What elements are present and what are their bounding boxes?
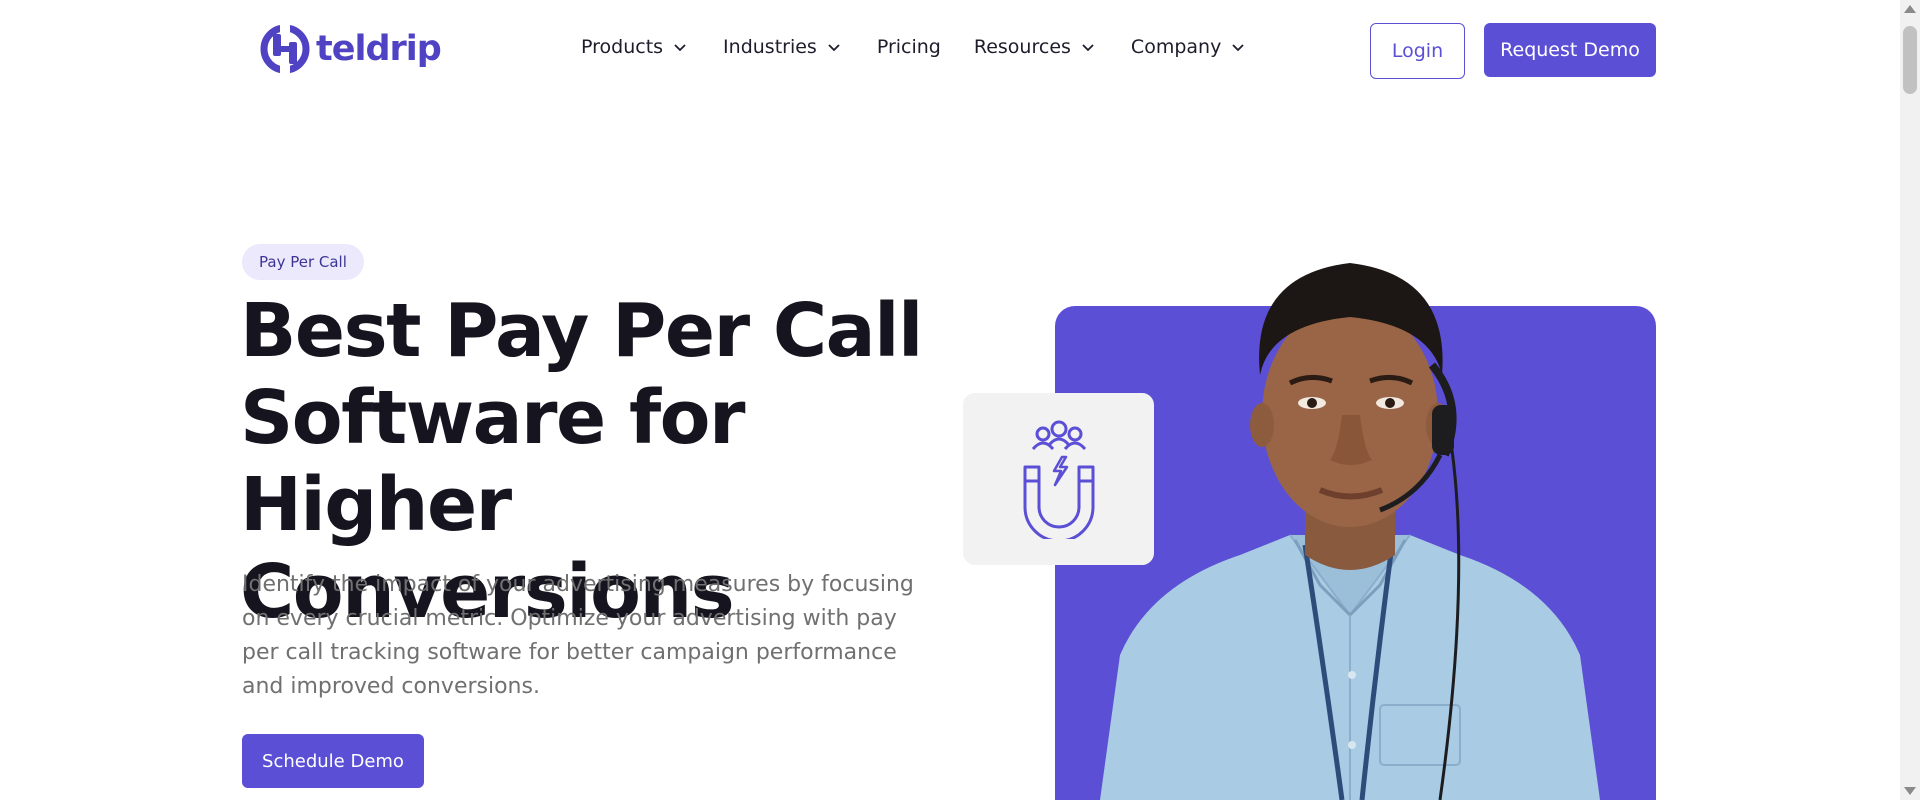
nav-item-label: Industries — [723, 36, 817, 58]
teldrip-logo-icon — [260, 24, 310, 74]
chevron-down-icon — [1082, 44, 1094, 52]
nav-item-label: Pricing — [876, 36, 941, 58]
nav-item-pricing[interactable]: Pricing — [877, 36, 941, 58]
nav-item-resources[interactable]: Resources — [974, 36, 1095, 58]
page-scrollbar[interactable] — [1900, 0, 1920, 800]
agent-photo — [1100, 263, 1600, 800]
brand-name: teldrip — [316, 29, 442, 69]
main-nav: Products Industries Pricing Resources Co… — [581, 36, 1245, 58]
request-demo-button[interactable]: Request Demo — [1484, 23, 1656, 77]
nav-item-products[interactable]: Products — [581, 36, 687, 58]
scrollbar-thumb[interactable] — [1903, 26, 1917, 94]
title-line: Best Pay Per Call — [240, 288, 923, 374]
nav-item-company[interactable]: Company — [1131, 36, 1245, 58]
scroll-up-arrow-icon[interactable] — [1904, 5, 1916, 13]
magnet-people-icon — [1023, 420, 1094, 539]
title-line: Software for Higher — [240, 375, 745, 548]
schedule-demo-button[interactable]: Schedule Demo — [242, 734, 424, 788]
chevron-down-icon — [674, 44, 686, 52]
nav-item-industries[interactable]: Industries — [723, 36, 841, 58]
chevron-down-icon — [1232, 44, 1244, 52]
hero-description: Identify the impact of your advertising … — [242, 572, 914, 699]
scroll-down-arrow-icon[interactable] — [1904, 787, 1916, 795]
category-badge: Pay Per Call — [242, 244, 364, 280]
feature-icon-card — [963, 393, 1154, 565]
nav-item-label: Resources — [973, 36, 1071, 58]
login-button[interactable]: Login — [1370, 23, 1465, 79]
nav-item-label: Company — [1130, 36, 1222, 58]
chevron-down-icon — [828, 44, 840, 52]
nav-item-label: Products — [581, 36, 664, 58]
brand-logo[interactable]: teldrip — [258, 22, 442, 76]
